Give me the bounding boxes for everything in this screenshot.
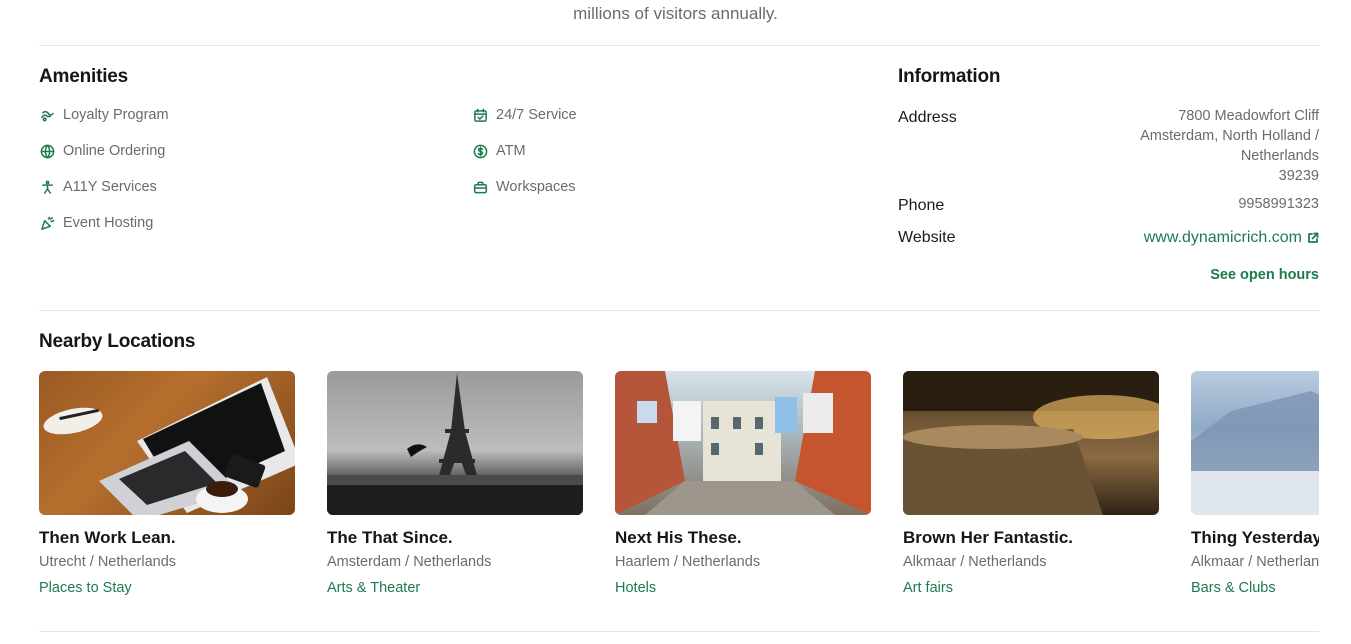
location-place: Alkmaar / Netherlands <box>1191 554 1319 570</box>
location-category-link[interactable]: Art fairs <box>903 580 1159 596</box>
amenity-loyalty-program: Loyalty Program <box>39 107 169 123</box>
amenity-label: Online Ordering <box>63 143 166 159</box>
location-place: Haarlem / Netherlands <box>615 554 761 570</box>
amenity-label: A11Y Services <box>63 179 157 195</box>
location-title[interactable]: The That Since. <box>327 528 583 548</box>
information-heading: Information <box>898 66 1001 87</box>
briefcase-icon <box>472 179 488 195</box>
address-value: 7800 Meadowfort Cliff Amsterdam, North H… <box>1140 106 1319 186</box>
address-line: Amsterdam, North Holland / <box>1140 128 1319 144</box>
location-category-link[interactable]: Bars & Clubs <box>1191 580 1319 596</box>
phone-value: 9958991323 <box>1238 196 1319 212</box>
location-image-misty-mountain[interactable] <box>1191 371 1319 515</box>
location-image-tree-stump[interactable] <box>903 371 1159 515</box>
amenity-a11y-services: A11Y Services <box>39 179 157 195</box>
location-category-link[interactable]: Arts & Theater <box>327 580 583 596</box>
location-place: Alkmaar / Netherlands <box>903 554 1047 570</box>
location-card[interactable]: Thing Yesterday. Alkmaar / Netherlands B… <box>1191 371 1319 596</box>
intro-text: millions of visitors annually. <box>573 4 778 23</box>
location-image-laptop[interactable] <box>39 371 295 515</box>
website-link[interactable]: www.dynamicrich.com <box>1144 229 1319 247</box>
location-card[interactable]: The That Since. Amsterdam / Netherlands … <box>327 371 583 596</box>
address-line: Netherlands <box>1240 148 1319 164</box>
external-link-icon <box>1308 232 1319 243</box>
loyalty-icon <box>39 107 55 123</box>
party-popper-icon <box>39 215 55 231</box>
location-card[interactable]: Then Work Lean. Utrecht / Netherlands Pl… <box>39 371 295 596</box>
website-label: Website <box>898 229 956 246</box>
amenity-label: Loyalty Program <box>63 107 169 123</box>
accessibility-icon <box>39 179 55 195</box>
location-place: Utrecht / Netherlands <box>39 554 177 570</box>
location-title[interactable]: Then Work Lean. <box>39 528 295 548</box>
address-label: Address <box>898 109 957 126</box>
amenity-label: 24/7 Service <box>496 107 577 123</box>
amenities-heading: Amenities <box>39 66 129 87</box>
see-open-hours-link[interactable]: See open hours <box>1210 267 1319 283</box>
address-line: 7800 Meadowfort Cliff <box>1178 108 1319 124</box>
amenity-label: Workspaces <box>496 179 576 195</box>
location-category-link[interactable]: Hotels <box>615 580 871 596</box>
amenity-workspaces: Workspaces <box>472 179 576 195</box>
calendar-check-icon <box>472 107 488 123</box>
location-title[interactable]: Thing Yesterday. <box>1191 528 1319 548</box>
website-link-text: www.dynamicrich.com <box>1143 229 1302 246</box>
divider <box>39 310 1319 311</box>
amenity-label: Event Hosting <box>63 215 154 231</box>
location-card[interactable]: Next His These. Haarlem / Netherlands Ho… <box>615 371 871 596</box>
amenity-online-ordering: Online Ordering <box>39 143 165 159</box>
location-image-laundry-street[interactable] <box>615 371 871 515</box>
divider <box>39 631 1319 632</box>
amenity-24-7-service: 24/7 Service <box>472 107 577 123</box>
location-place: Amsterdam / Netherlands <box>327 554 492 570</box>
location-title[interactable]: Next His These. <box>615 528 871 548</box>
globe-icon <box>39 143 55 159</box>
amenity-label: ATM <box>496 143 526 159</box>
location-title[interactable]: Brown Her Fantastic. <box>903 528 1159 548</box>
location-image-eiffel-tower[interactable] <box>327 371 583 515</box>
address-line: 39239 <box>1278 168 1319 184</box>
location-card[interactable]: Brown Her Fantastic. Alkmaar / Netherlan… <box>903 371 1159 596</box>
amenity-event-hosting: Event Hosting <box>39 215 153 231</box>
nearby-carousel: Then Work Lean. Utrecht / Netherlands Pl… <box>39 371 1319 611</box>
nearby-locations-heading: Nearby Locations <box>39 331 196 352</box>
divider <box>39 45 1319 46</box>
dollar-circle-icon <box>472 143 488 159</box>
amenity-atm: ATM <box>472 143 526 159</box>
phone-label: Phone <box>898 197 945 214</box>
location-category-link[interactable]: Places to Stay <box>39 580 295 596</box>
